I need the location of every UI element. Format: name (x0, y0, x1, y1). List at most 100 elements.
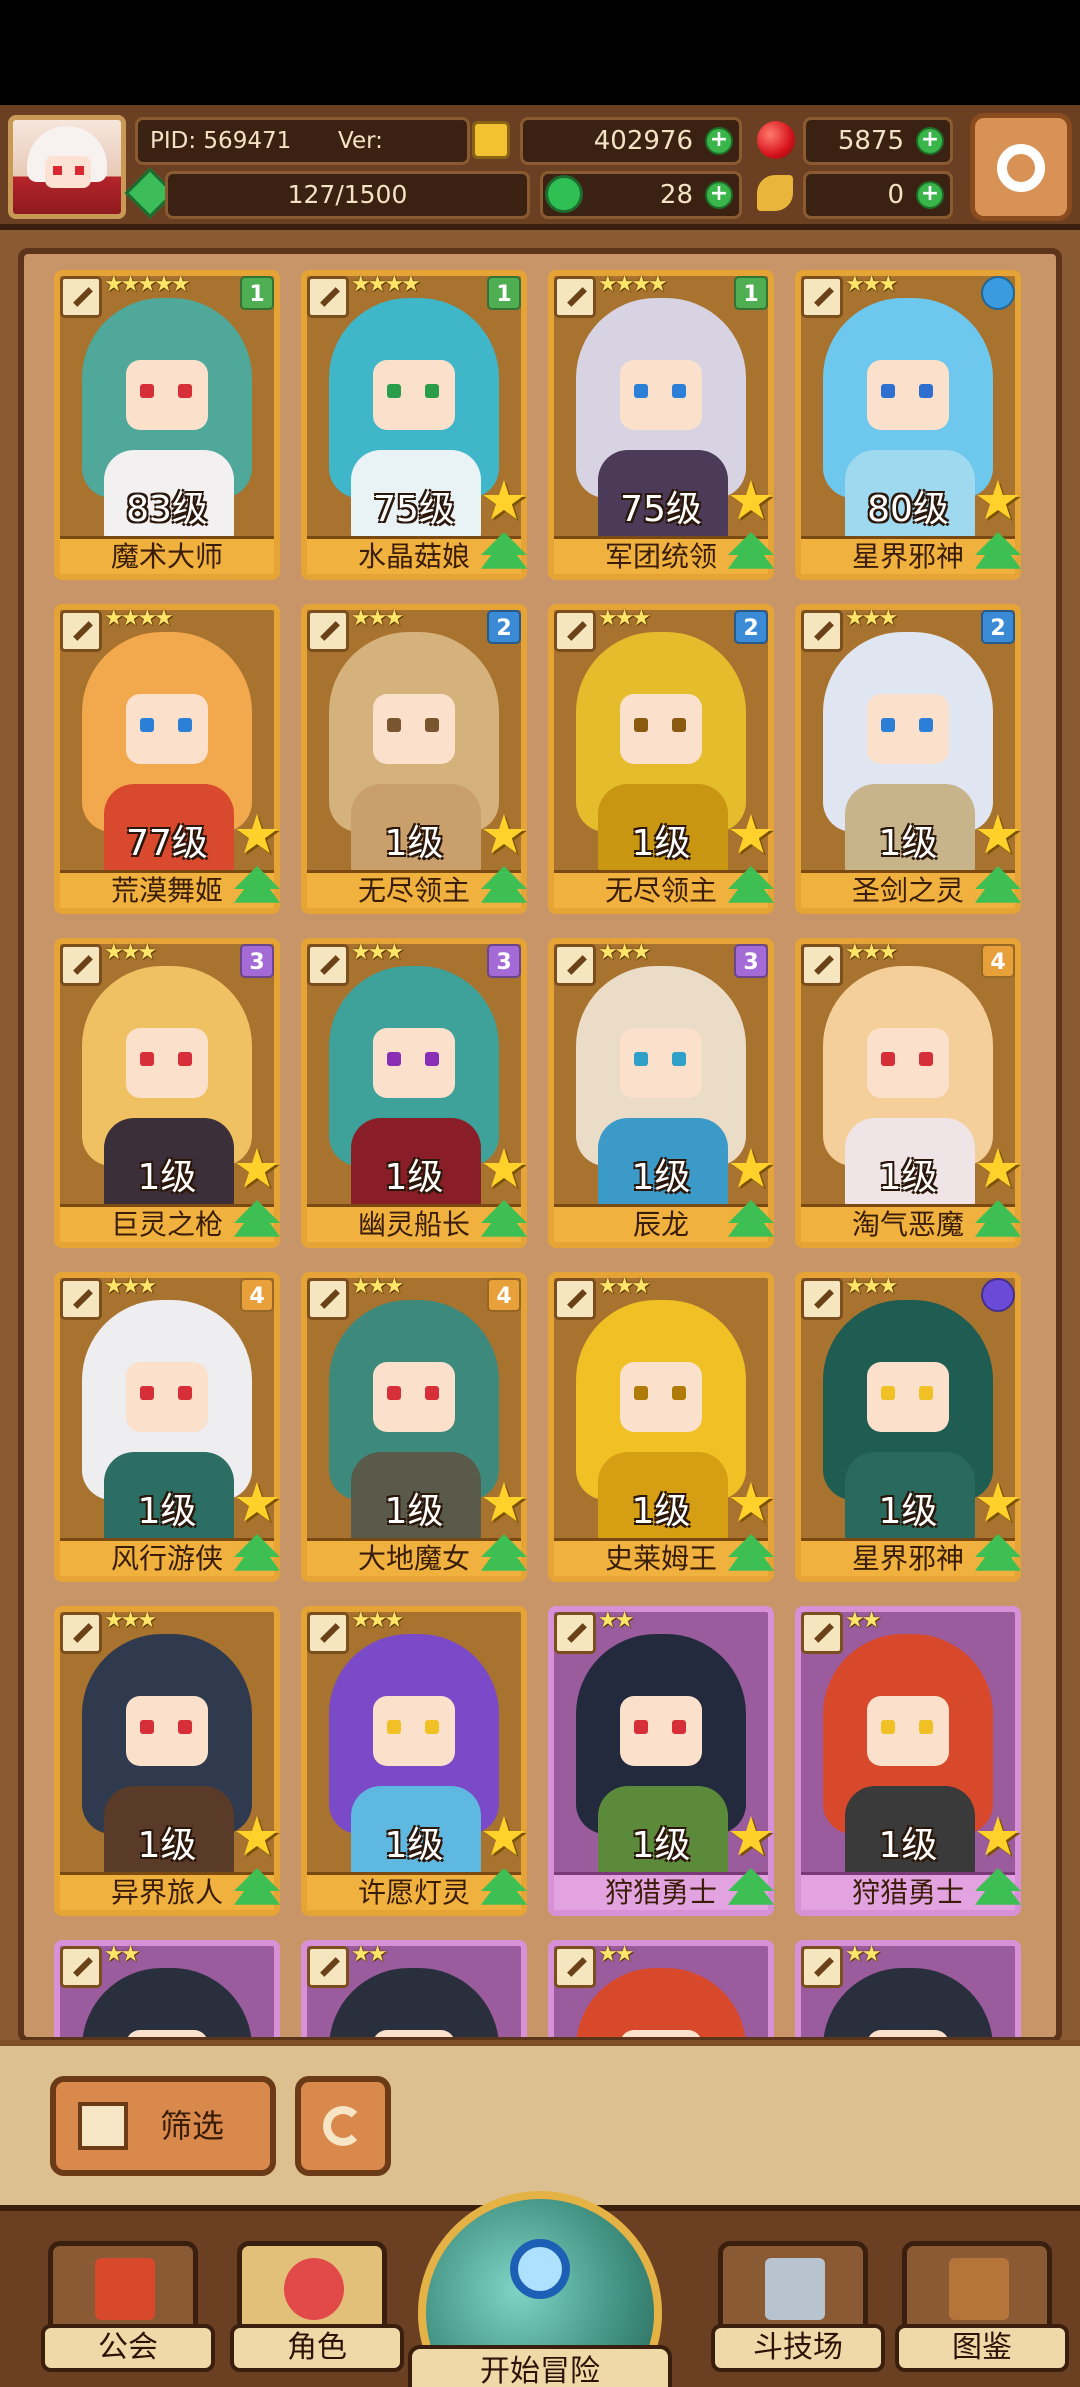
character-card[interactable]: ★★★ 2 1级 无尽领主 ★ (301, 604, 529, 914)
star-upgrade-icon[interactable]: ★ (479, 474, 529, 528)
add-gold-button[interactable]: + (705, 127, 733, 155)
star-upgrade-icon[interactable]: ★ (726, 1476, 776, 1530)
nav-character[interactable]: 角色 (230, 2241, 404, 2372)
nav-codex-label: 图鉴 (895, 2324, 1069, 2372)
character-card[interactable]: ★★★ 3 1级 辰龙 ★ (548, 938, 776, 1248)
star-upgrade-icon[interactable]: ★ (479, 1810, 529, 1864)
guild-hall-icon (95, 2258, 155, 2320)
character-card[interactable]: ★★★ 2 1级 无尽领主 ★ (548, 604, 776, 914)
character-name: 魔术大师 (60, 536, 274, 574)
star-upgrade-icon[interactable]: ★ (232, 1476, 282, 1530)
star-upgrade-icon[interactable]: ★ (726, 1142, 776, 1196)
weapon-type-icon (801, 944, 843, 986)
weapon-type-icon (307, 610, 349, 652)
character-card[interactable]: ★★★ 3 1级 巨灵之枪 ★ (54, 938, 282, 1248)
orb-badge-icon (981, 1278, 1015, 1312)
filter-button[interactable]: 筛选 (50, 2076, 276, 2176)
refresh-button[interactable] (295, 2076, 391, 2176)
star-upgrade-icon[interactable]: ★ (232, 808, 282, 862)
star-upgrade-icon[interactable]: ★ (726, 474, 776, 528)
star-upgrade-icon[interactable]: ★ (726, 1810, 776, 1864)
character-card[interactable]: ★★★ 4 1级 风行游侠 ★ (54, 1272, 282, 1582)
nav-character-label: 角色 (230, 2324, 404, 2372)
star-rating: ★★★ (104, 1608, 157, 1633)
character-card[interactable]: ★★★★ 1 75级 水晶菇娘 ★ (301, 270, 529, 580)
add-ruby-button[interactable]: + (916, 127, 944, 155)
star-rating: ★★★ (598, 1274, 651, 1299)
character-card[interactable]: ★★★ 2 1级 圣剑之灵 ★ (795, 604, 1023, 914)
character-card[interactable]: ★★★★ 1 75级 军团统领 ★ (548, 270, 776, 580)
ruby-counter: 5875 + (803, 117, 953, 165)
character-card[interactable]: ★★★ 80级 星界邪神 ★ (795, 270, 1023, 580)
settings-button[interactable] (970, 113, 1072, 221)
star-upgrade-icon[interactable]: ★ (973, 1810, 1023, 1864)
rank-badge: 2 (734, 610, 768, 644)
weapon-type-icon (60, 1612, 102, 1654)
rank-badge: 1 (240, 276, 274, 310)
gold-icon (472, 121, 510, 159)
status-bar (0, 0, 1080, 105)
star-upgrade-icon[interactable]: ★ (973, 1142, 1023, 1196)
star-upgrade-icon[interactable]: ★ (973, 474, 1023, 528)
weapon-type-icon (307, 276, 349, 318)
character-card[interactable]: ★★★ 4 1级 淘气恶魔 ★ (795, 938, 1023, 1248)
star-rating: ★★ (845, 1942, 881, 1967)
exp-value: 127/1500 (287, 180, 408, 209)
star-upgrade-icon[interactable]: ★ (479, 1142, 529, 1196)
character-card[interactable]: ★★ (54, 1940, 280, 2037)
character-card[interactable]: ★★★ 1级 史莱姆王 ★ (548, 1272, 776, 1582)
grid-icon (78, 2102, 128, 2150)
weapon-type-icon (60, 276, 102, 318)
player-avatar[interactable] (8, 115, 126, 219)
star-rating: ★★★ (845, 272, 898, 297)
weapon-type-icon (554, 610, 596, 652)
rank-badge: 3 (487, 944, 521, 978)
star-rating: ★★★ (845, 606, 898, 631)
weapon-type-icon (801, 610, 843, 652)
star-rating: ★★★ (845, 1274, 898, 1299)
star-rating: ★★★ (351, 1274, 404, 1299)
refresh-icon (323, 2106, 363, 2146)
star-rating: ★★★★ (598, 272, 668, 297)
weapon-type-icon (801, 1612, 843, 1654)
weapon-type-icon (801, 1946, 843, 1988)
gear-icon (997, 144, 1045, 192)
add-coin-button[interactable]: + (916, 181, 944, 209)
star-rating: ★★★ (598, 940, 651, 965)
character-card[interactable]: ★★ (548, 1940, 774, 2037)
star-rating: ★★ (598, 1608, 634, 1633)
start-adventure-label: 开始冒险 (408, 2345, 672, 2387)
character-card[interactable]: ★★★ 1级 许愿灯灵 ★ (301, 1606, 529, 1916)
star-upgrade-icon[interactable]: ★ (973, 1476, 1023, 1530)
character-card[interactable]: ★★★★ 77级 荒漠舞姬 ★ (54, 604, 282, 914)
character-card[interactable]: ★★ 1级 狩猎勇士 ★ (548, 1606, 776, 1916)
star-upgrade-icon[interactable]: ★ (479, 808, 529, 862)
character-card[interactable]: ★★★ 3 1级 幽灵船长 ★ (301, 938, 529, 1248)
star-rating: ★★★ (845, 940, 898, 965)
rank-badge: 2 (981, 610, 1015, 644)
character-card[interactable]: ★★ (301, 1940, 527, 2037)
star-upgrade-icon[interactable]: ★ (232, 1142, 282, 1196)
weapon-type-icon (554, 1612, 596, 1654)
orb-badge-icon (981, 276, 1015, 310)
character-card[interactable]: ★★★ 1级 异界旅人 ★ (54, 1606, 282, 1916)
star-upgrade-icon[interactable]: ★ (232, 1810, 282, 1864)
nav-codex[interactable]: 图鉴 (895, 2241, 1069, 2372)
weapon-type-icon (307, 1946, 349, 1988)
character-card[interactable]: ★★★ 4 1级 大地魔女 ★ (301, 1272, 529, 1582)
weapon-type-icon (801, 1278, 843, 1320)
character-card[interactable]: ★★★ 1级 星界邪神 ★ (795, 1272, 1023, 1582)
character-list[interactable]: ★★★★★ 1 83级 魔术大师 ★★★★ 1 75级 水晶菇娘 ★ ★★★★ 1 75级 军团统领 ★ ★… (18, 248, 1062, 2043)
character-card[interactable]: ★★ (795, 1940, 1021, 2037)
star-upgrade-icon[interactable]: ★ (726, 808, 776, 862)
start-adventure-button[interactable]: 开始冒险 (408, 2191, 672, 2387)
character-card[interactable]: ★★★★★ 1 83级 魔术大师 (54, 270, 280, 580)
nav-arena[interactable]: 斗技场 (711, 2241, 885, 2372)
character-card[interactable]: ★★ 1级 狩猎勇士 ★ (795, 1606, 1023, 1916)
star-upgrade-icon[interactable]: ★ (479, 1476, 529, 1530)
coin-amount: 0 (887, 180, 904, 210)
star-upgrade-icon[interactable]: ★ (973, 808, 1023, 862)
add-gem-button[interactable]: + (705, 181, 733, 209)
star-rating: ★★★★ (351, 272, 421, 297)
nav-guild[interactable]: 公会 (41, 2241, 215, 2372)
